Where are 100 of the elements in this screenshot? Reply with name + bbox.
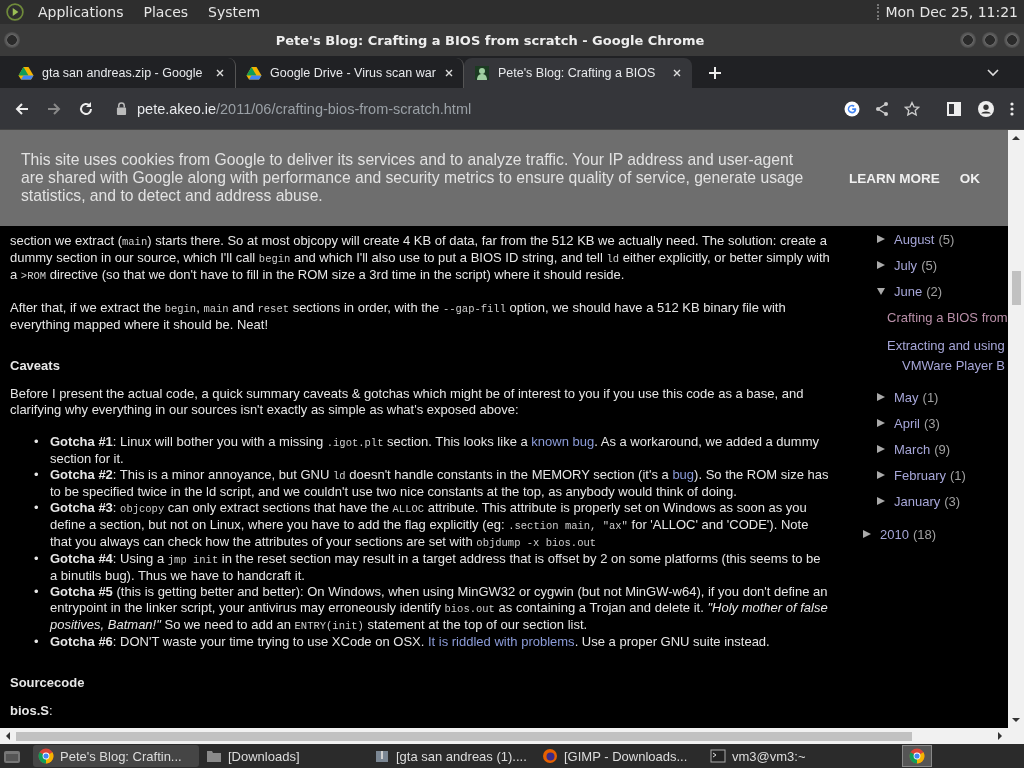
clock: Mon Dec 25, 11:21 xyxy=(877,4,1018,20)
bullet: • xyxy=(34,584,40,601)
window-title: Pete's Blog: Crafting a BIOS from scratch - Google Chrome xyxy=(274,32,706,48)
side-panel-icon[interactable] xyxy=(946,100,962,117)
archive-link[interactable]: April xyxy=(894,415,920,431)
archive-box-icon xyxy=(374,748,390,764)
archive-link[interactable]: 2010 xyxy=(880,526,909,542)
terminal-icon xyxy=(710,748,726,764)
panel-menu[interactable]: Applications xyxy=(38,4,124,20)
section-heading: Caveats xyxy=(10,358,61,374)
drive-triangle-icon xyxy=(246,65,262,81)
text-link[interactable]: bug xyxy=(672,467,695,482)
close-icon[interactable] xyxy=(215,68,225,78)
back-arrow-icon[interactable] xyxy=(14,100,30,117)
list-item: Gotcha #2: This is a minor annoyance, but GNU ld doesn't handle constants in the MEMORY section (it's a bug). So the ROM size has to be specified twice in the ld script, and we couldn't use two nice constants at the top, as anybody would think of doing. xyxy=(50,467,830,500)
post-link[interactable]: Crafting a BIOS from xyxy=(887,308,1008,328)
triangle-right-icon[interactable] xyxy=(876,260,886,270)
url-text[interactable]: pete.akeo.ie/2011/06/crafting-bios-from-scratch.html xyxy=(137,100,472,117)
maximize-button[interactable] xyxy=(982,32,998,48)
triangle-right-icon[interactable] xyxy=(876,444,886,454)
person-silhouette-icon xyxy=(474,65,490,81)
minimize-button[interactable] xyxy=(960,32,976,48)
lock-icon[interactable] xyxy=(116,102,127,115)
plus-icon[interactable] xyxy=(708,66,722,80)
triangle-down-icon[interactable] xyxy=(876,286,886,296)
vertical-scrollbar[interactable] xyxy=(1008,130,1024,728)
bullet: • xyxy=(34,500,40,517)
panel-menu[interactable]: System xyxy=(208,4,261,20)
share-icon[interactable] xyxy=(874,100,890,117)
scroll-down-icon[interactable] xyxy=(1012,717,1020,723)
section-heading: Sourcecode xyxy=(10,675,86,691)
panel-menu[interactable]: Places xyxy=(143,4,189,20)
triangle-right-icon[interactable] xyxy=(876,496,886,506)
scroll-right-icon[interactable] xyxy=(997,732,1003,740)
star-icon[interactable] xyxy=(904,100,920,117)
post-link[interactable]: Extracting and using VMWare Player B xyxy=(887,336,1008,376)
triangle-right-icon[interactable] xyxy=(876,392,886,402)
profile-icon[interactable] xyxy=(978,100,994,117)
show-desktop-icon[interactable] xyxy=(3,748,21,764)
post-count: (1) xyxy=(922,389,939,405)
triangle-right-icon[interactable] xyxy=(876,234,886,244)
chrome-logo-icon xyxy=(909,748,925,764)
post-count: (18) xyxy=(912,526,937,542)
window-button[interactable] xyxy=(4,32,20,48)
paragraph: section we extract (main) starts there. So at most objcopy will create 4 KB of data, far from the 512 KB we actually need. The solution: create a dummy section in our source, which I'll call begin and which I'll also use to put a BIOS ID string, and tell ld either explicitly, or better simply with a >ROM directive (so that we don't have to fill in the ROM size a 3rd time in the script) where it should reside. xyxy=(10,233,830,284)
scroll-up-icon[interactable] xyxy=(1012,135,1020,141)
list-item: Gotcha #5 (this is getting better and better): On Windows, when using MinGW32 or cygwin (but not MinGW-w64), if you don't define an entrypoint in the linker script, your antivirus may erroneously identify bios.out as containing a Trojan and delete it. "Holy mother of false positives, Batman!" So we need to add an ENTRY(init) statement at the top of our section list. xyxy=(50,584,829,634)
archive-link[interactable]: July xyxy=(894,257,918,273)
list-item: Gotcha #1: Linux will bother you with a missing .igot.plt section. This looks like a known bug. As a workaround, we added a dummy section for it. xyxy=(50,434,820,467)
triangle-right-icon[interactable] xyxy=(876,470,886,480)
cookie-notice: This site uses cookies from Google to deliver its services and to analyze traffic. Your IP address and user-agent are shared with Google along with performance and security metrics to ensure quality of service, generate usage statistics, and to detect and address abuse. xyxy=(21,151,805,205)
paragraph: After that, if we extract the begin, main and reset sections in order, with the --gap-fill option, we should have a 512 KB binary file with everything mapped where it should be. Neat! xyxy=(10,300,787,333)
taskbar-button[interactable]: [Downloads] xyxy=(201,745,367,767)
tray-button[interactable] xyxy=(902,745,932,767)
triangle-right-icon[interactable] xyxy=(862,529,872,539)
archive-link[interactable]: June xyxy=(894,283,923,299)
post-count: (9) xyxy=(934,441,950,457)
google-g-icon[interactable] xyxy=(844,100,860,117)
cookie-button[interactable]: LEARN MORE xyxy=(843,166,946,190)
archive-link[interactable]: March xyxy=(894,441,931,457)
paragraph: Before I present the actual code, a quick summary caveats & gotchas which might be of interest to you if you use this code as a base, and clarifying why everything in our sources isn't exactly as simple as what's exposed above: xyxy=(10,386,805,418)
post-count: (3) xyxy=(944,493,961,509)
taskbar-button[interactable]: vm3@vm3:~ xyxy=(705,745,871,767)
close-button[interactable] xyxy=(1004,32,1020,48)
close-icon[interactable] xyxy=(443,68,454,78)
archive-link[interactable]: January xyxy=(894,493,941,509)
post-count: (5) xyxy=(921,257,937,273)
scrollbar-thumb[interactable] xyxy=(1011,271,1021,305)
text-link[interactable]: It is riddled with problems xyxy=(427,634,575,649)
play-logo-icon[interactable] xyxy=(6,3,24,21)
menu-icon[interactable] xyxy=(1010,100,1014,117)
taskbar-button[interactable]: [GIMP - Downloads... xyxy=(537,745,703,767)
bullet: • xyxy=(34,551,40,568)
archive-link[interactable]: May xyxy=(894,389,919,405)
scrollbar-thumb[interactable] xyxy=(16,731,912,741)
archive-link[interactable]: February xyxy=(894,467,947,483)
horizontal-scrollbar[interactable] xyxy=(0,728,1024,744)
drive-triangle-icon xyxy=(18,65,34,81)
scroll-left-icon[interactable] xyxy=(5,732,11,740)
forward-arrow-icon[interactable] xyxy=(46,100,62,117)
firefox-logo-icon xyxy=(542,748,558,764)
taskbar-button[interactable]: Pete's Blog: Craftin... xyxy=(33,745,199,767)
close-icon[interactable] xyxy=(672,68,682,78)
bullet: • xyxy=(34,434,40,451)
archive-link[interactable]: August xyxy=(894,231,935,247)
post-count: (5) xyxy=(938,231,955,247)
cookie-button[interactable]: OK xyxy=(953,166,986,190)
chrome-logo-icon xyxy=(38,748,54,764)
triangle-right-icon[interactable] xyxy=(876,418,886,428)
post-count: (2) xyxy=(926,283,943,299)
paragraph: bios.S: xyxy=(10,703,54,719)
reload-icon[interactable] xyxy=(78,100,94,117)
taskbar-button[interactable]: [gta san andreas (1).... xyxy=(369,745,535,767)
bullet: • xyxy=(34,634,40,650)
folder-icon xyxy=(206,748,222,764)
post-count: (1) xyxy=(950,467,966,483)
list-item: Gotcha #6: DON'T waste your time trying to use XCode on OSX. It is riddled with problems. Use a proper GNU suite instead. xyxy=(50,634,771,650)
browser-tab[interactable]: Pete's Blog: Crafting a BIOS xyxy=(464,58,692,88)
list-item: Gotcha #4: Using a jmp init in the reset section may result in a target address that is offset by 2 on some platforms (this seems to be a binutils bug). Thus we have to handcraft it. xyxy=(50,551,822,584)
chevron-down-icon[interactable] xyxy=(987,69,999,77)
